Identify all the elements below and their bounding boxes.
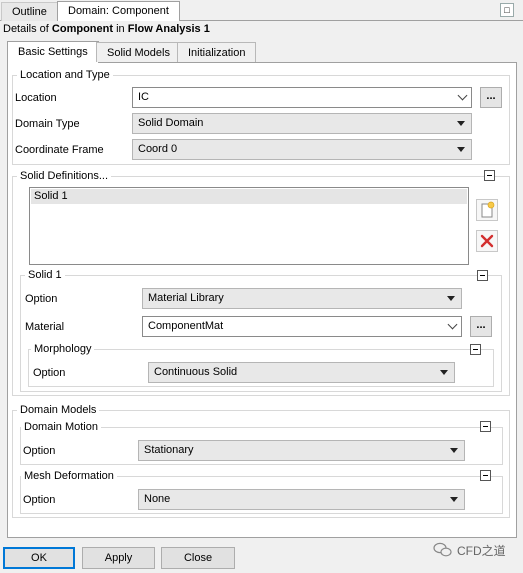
collapse-mesh-deformation-icon[interactable] <box>480 470 491 481</box>
morphology-option-label: Option <box>33 367 66 379</box>
dropdown-arrow-icon <box>450 497 458 502</box>
dropdown-arrow-icon <box>447 296 455 301</box>
dropdown-arrow-icon <box>457 121 465 126</box>
watermark-text: CFD之道 <box>457 544 506 558</box>
collapse-morphology-icon[interactable] <box>470 344 481 355</box>
ok-button[interactable]: OK <box>3 547 75 569</box>
motion-option-label: Option <box>23 445 56 457</box>
solid1-title: Solid 1 <box>25 269 65 281</box>
collapse-solid1-icon[interactable] <box>477 270 488 281</box>
collapse-domain-motion-icon[interactable] <box>480 421 491 432</box>
domain-models-title-overlay: Domain Models <box>17 404 100 416</box>
mesh-deformation-title: Mesh Deformation <box>21 470 117 482</box>
tab-basic-settings[interactable]: Basic Settings <box>7 41 99 63</box>
morphology-title: Morphology <box>31 343 95 355</box>
domain-type-label: Domain Type <box>15 118 80 130</box>
domain-motion-title: Domain Motion <box>21 421 101 433</box>
tab-domain-component[interactable]: Domain: Component <box>57 1 180 21</box>
chevron-down-icon <box>457 90 468 101</box>
domain-motion-select[interactable]: Stationary <box>138 440 465 461</box>
details-heading: Details of Component in Flow Analysis 1 <box>3 23 210 35</box>
dropdown-arrow-icon <box>440 370 448 375</box>
location-combo[interactable]: IC <box>132 87 472 108</box>
material-browse-button[interactable]: ... <box>470 316 492 337</box>
tab-initialization[interactable]: Initialization <box>177 42 257 62</box>
new-document-icon <box>481 201 495 218</box>
solid1-option-select[interactable]: Material Library <box>142 288 462 309</box>
watermark: CFD之道 <box>433 540 521 562</box>
tab-solid-models[interactable]: Solid Models <box>96 42 181 62</box>
material-combo[interactable]: ComponentMat <box>142 316 462 337</box>
morphology-option-select[interactable]: Continuous Solid <box>148 362 455 383</box>
restore-window-icon[interactable]: □ <box>500 3 514 17</box>
list-item[interactable]: Solid 1 <box>31 189 467 204</box>
close-button[interactable]: Close <box>161 547 235 569</box>
solid1-option-label: Option <box>25 293 58 305</box>
dropdown-arrow-icon <box>457 147 465 152</box>
mesh-option-label: Option <box>23 494 56 506</box>
delete-x-icon <box>480 234 494 248</box>
delete-item-button[interactable] <box>476 230 498 252</box>
collapse-solid-definitions-icon[interactable] <box>484 170 495 181</box>
mesh-deformation-select[interactable]: None <box>138 489 465 510</box>
coordinate-frame-label: Coordinate Frame <box>15 144 104 156</box>
dropdown-arrow-icon <box>450 448 458 453</box>
chevron-down-icon <box>447 319 458 330</box>
location-type-title: Location and Type <box>17 69 113 81</box>
wechat-icon <box>433 542 452 557</box>
domain-type-select[interactable]: Solid Domain <box>132 113 472 134</box>
solid-definitions-title: Solid Definitions... <box>17 170 112 182</box>
location-label: Location <box>15 92 57 104</box>
new-item-button[interactable] <box>476 199 498 221</box>
location-browse-button[interactable]: ... <box>480 87 502 108</box>
apply-button[interactable]: Apply <box>82 547 155 569</box>
solid-definitions-list[interactable]: Solid 1 <box>29 187 469 265</box>
coordinate-frame-select[interactable]: Coord 0 <box>132 139 472 160</box>
material-label: Material <box>25 321 65 333</box>
tab-outline[interactable]: Outline <box>1 2 58 21</box>
